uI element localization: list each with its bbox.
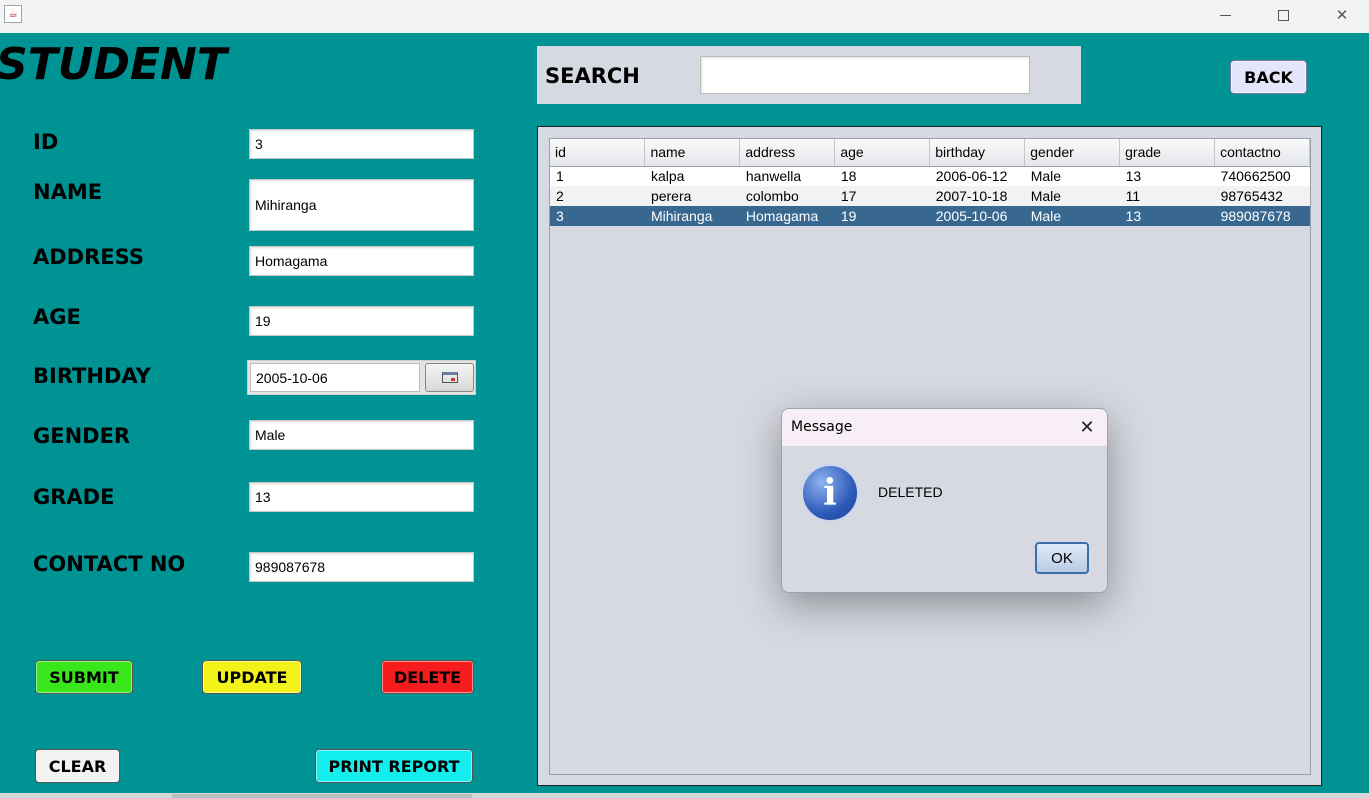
table-cell: 2006-06-12 [929, 166, 1025, 186]
table-cell: perera [644, 186, 740, 206]
column-header-address[interactable]: address [739, 139, 836, 167]
column-header-name[interactable]: name [644, 139, 741, 167]
table-cell: 11 [1119, 186, 1215, 206]
age-field[interactable]: 19 [249, 306, 474, 336]
name-field[interactable]: Mihiranga [249, 179, 474, 231]
back-button[interactable]: BACK [1230, 60, 1307, 94]
table-cell: Male [1024, 206, 1120, 226]
table-cell: 989087678 [1214, 206, 1310, 226]
scrollbar-thumb[interactable] [172, 794, 472, 798]
message-dialog: Message ✕ i DELETED OK [781, 408, 1108, 593]
dialog-titlebar: Message ✕ [782, 409, 1107, 446]
table-cell: Male [1024, 186, 1120, 206]
table-cell: hanwella [739, 166, 835, 186]
table-cell: 2007-10-18 [929, 186, 1025, 206]
dialog-close-button[interactable]: ✕ [1072, 414, 1102, 441]
page-title: STUDENT [0, 39, 227, 90]
table-cell: 17 [834, 186, 930, 206]
print-report-button[interactable]: PRINT REPORT [315, 749, 473, 783]
birthday-date-chooser: 2005-10-06 [247, 360, 476, 395]
main-panel: STUDENT ID 3 NAME Mihiranga ADDRESS Homa… [0, 33, 1369, 793]
table-cell: 740662500 [1214, 166, 1310, 186]
maximize-button[interactable] [1254, 0, 1312, 30]
column-header-age[interactable]: age [834, 139, 931, 167]
dialog-title: Message [791, 419, 853, 435]
table-cell: 19 [834, 206, 930, 226]
students-table: id name address age birthday gender grad… [550, 139, 1310, 226]
close-icon: ✕ [1079, 417, 1095, 438]
table-cell: Homagama [739, 206, 835, 226]
age-label: AGE [33, 305, 81, 329]
search-label: SEARCH [545, 64, 640, 88]
table-cell: 1 [550, 166, 645, 186]
table-row[interactable]: 2 perera colombo 17 2007-10-18 Male 11 9… [550, 186, 1310, 206]
dialog-message: DELETED [878, 484, 943, 500]
info-icon: i [801, 464, 859, 522]
name-label: NAME [33, 180, 103, 204]
table-cell: 3 [550, 206, 645, 226]
table-row[interactable]: 1 kalpa hanwella 18 2006-06-12 Male 13 7… [550, 166, 1310, 186]
delete-button[interactable]: DELETE [381, 660, 474, 694]
clear-button[interactable]: CLEAR [35, 749, 120, 783]
grade-field[interactable]: 13 [249, 482, 474, 512]
table-cell: kalpa [644, 166, 740, 186]
table-cell: 2005-10-06 [929, 206, 1025, 226]
java-icon: ☕ [4, 5, 22, 23]
table-cell: 13 [1119, 206, 1215, 226]
address-label: ADDRESS [33, 245, 144, 269]
gender-label: GENDER [33, 424, 131, 448]
search-input[interactable] [700, 56, 1030, 94]
ok-button[interactable]: OK [1035, 542, 1089, 574]
address-field[interactable]: Homagama [249, 246, 474, 276]
submit-button[interactable]: SUBMIT [35, 660, 133, 694]
table-cell: 13 [1119, 166, 1215, 186]
minimize-icon [1219, 14, 1231, 16]
id-label: ID [33, 130, 59, 154]
contact-field[interactable]: 989087678 [249, 552, 474, 582]
table-cell: colombo [739, 186, 835, 206]
table-cell: 18 [834, 166, 930, 186]
table-cell: 98765432 [1214, 186, 1310, 206]
minimize-button[interactable] [1196, 0, 1254, 30]
grade-label: GRADE [33, 485, 115, 509]
column-header-grade[interactable]: grade [1119, 139, 1216, 167]
column-header-id[interactable]: id [550, 139, 646, 167]
column-header-gender[interactable]: gender [1024, 139, 1121, 167]
calendar-button[interactable] [425, 363, 474, 392]
table-cell: 2 [550, 186, 645, 206]
gender-field[interactable]: Male [249, 420, 474, 450]
table-cell: Mihiranga [644, 206, 740, 226]
close-icon: ✕ [1335, 6, 1349, 24]
column-header-contactno[interactable]: contactno [1214, 139, 1310, 167]
calendar-icon [441, 372, 458, 383]
maximize-icon [1277, 9, 1289, 21]
table-row-selected[interactable]: 3 Mihiranga Homagama 19 2005-10-06 Male … [550, 206, 1310, 226]
search-panel: SEARCH [537, 46, 1081, 104]
update-button[interactable]: UPDATE [202, 660, 302, 694]
table-cell: Male [1024, 166, 1120, 186]
horizontal-scrollbar[interactable] [0, 793, 1369, 798]
close-window-button[interactable]: ✕ [1313, 0, 1369, 30]
column-header-birthday[interactable]: birthday [929, 139, 1026, 167]
id-field[interactable]: 3 [249, 129, 474, 159]
birthday-label: BIRTHDAY [33, 364, 151, 388]
table-header-row: id name address age birthday gender grad… [550, 139, 1310, 167]
contact-label: CONTACT NO [33, 552, 186, 576]
birthday-field[interactable]: 2005-10-06 [250, 363, 420, 392]
window-titlebar: ☕ ✕ [0, 0, 1369, 33]
